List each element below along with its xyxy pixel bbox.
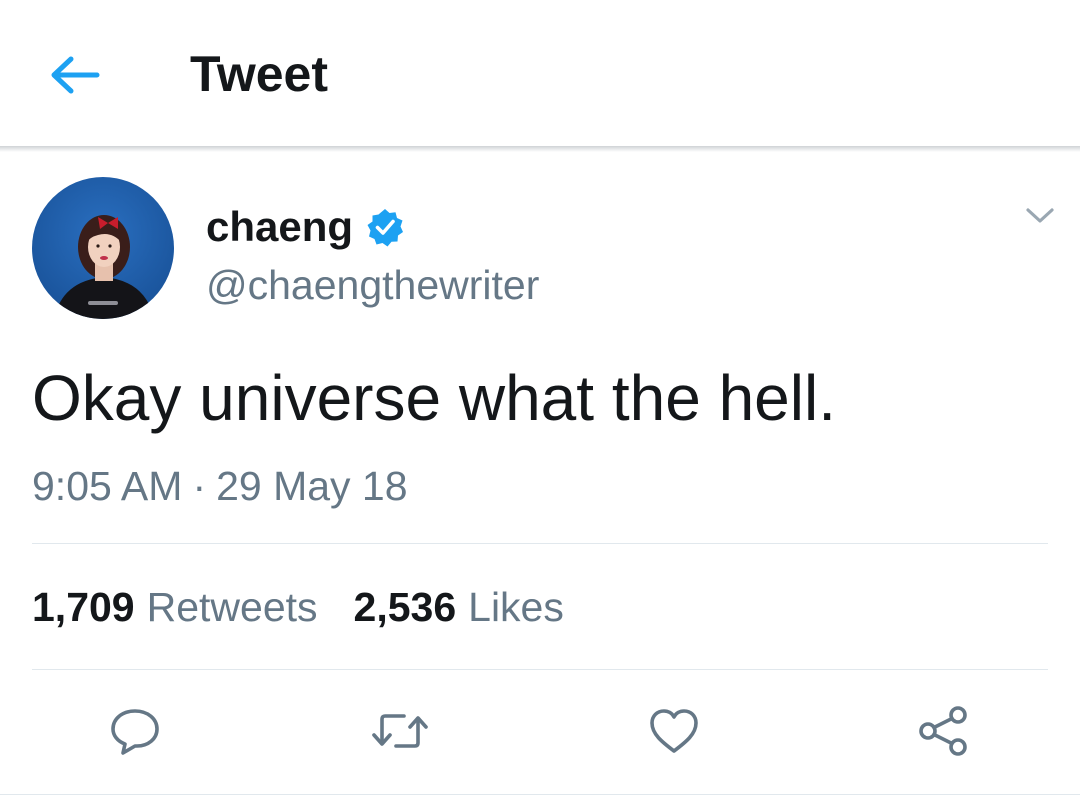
divider xyxy=(32,669,1048,670)
retweets-count: 1,709 xyxy=(32,584,135,630)
divider xyxy=(32,543,1048,544)
share-button[interactable] xyxy=(916,704,970,758)
retweets-label: Retweets xyxy=(146,584,318,630)
retweet-icon xyxy=(370,709,430,753)
author-handle[interactable]: @chaengthewriter xyxy=(206,258,539,312)
verified-badge-icon xyxy=(365,207,405,247)
likes-stat[interactable]: 2,536 Likes xyxy=(354,581,564,633)
arrow-left-icon xyxy=(49,55,101,95)
likes-count: 2,536 xyxy=(353,584,457,630)
like-button[interactable] xyxy=(647,704,701,758)
likes-label: Likes xyxy=(468,584,564,630)
chevron-down-icon xyxy=(1025,207,1055,225)
tweet-stats: 1,709 Retweets 2,536 Likes xyxy=(32,581,564,633)
tweet-date: 29 May 18 xyxy=(216,463,408,509)
author-name[interactable]: chaeng xyxy=(206,200,353,254)
tweet-text: Okay universe what the hell. xyxy=(32,362,836,434)
meta-separator: · xyxy=(192,463,207,509)
reply-button[interactable] xyxy=(108,704,162,758)
app-bar: Tweet xyxy=(0,0,1080,146)
page-title: Tweet xyxy=(190,46,328,102)
tweet-time: 9:05 AM xyxy=(32,463,183,509)
author-name-row: chaeng xyxy=(206,200,405,254)
retweet-button[interactable] xyxy=(370,704,430,758)
divider xyxy=(0,794,1080,795)
back-button[interactable] xyxy=(46,46,104,104)
tweet-timestamp: 9:05 AM · 29 May 18 xyxy=(32,460,408,512)
tweet-menu-button[interactable] xyxy=(1018,196,1062,236)
avatar-photo xyxy=(32,177,174,319)
share-icon xyxy=(916,704,970,758)
retweets-stat[interactable]: 1,709 Retweets xyxy=(32,581,318,633)
app-bar-shadow xyxy=(0,146,1080,152)
avatar[interactable] xyxy=(32,177,174,319)
heart-icon xyxy=(648,707,700,755)
reply-icon xyxy=(109,706,161,756)
